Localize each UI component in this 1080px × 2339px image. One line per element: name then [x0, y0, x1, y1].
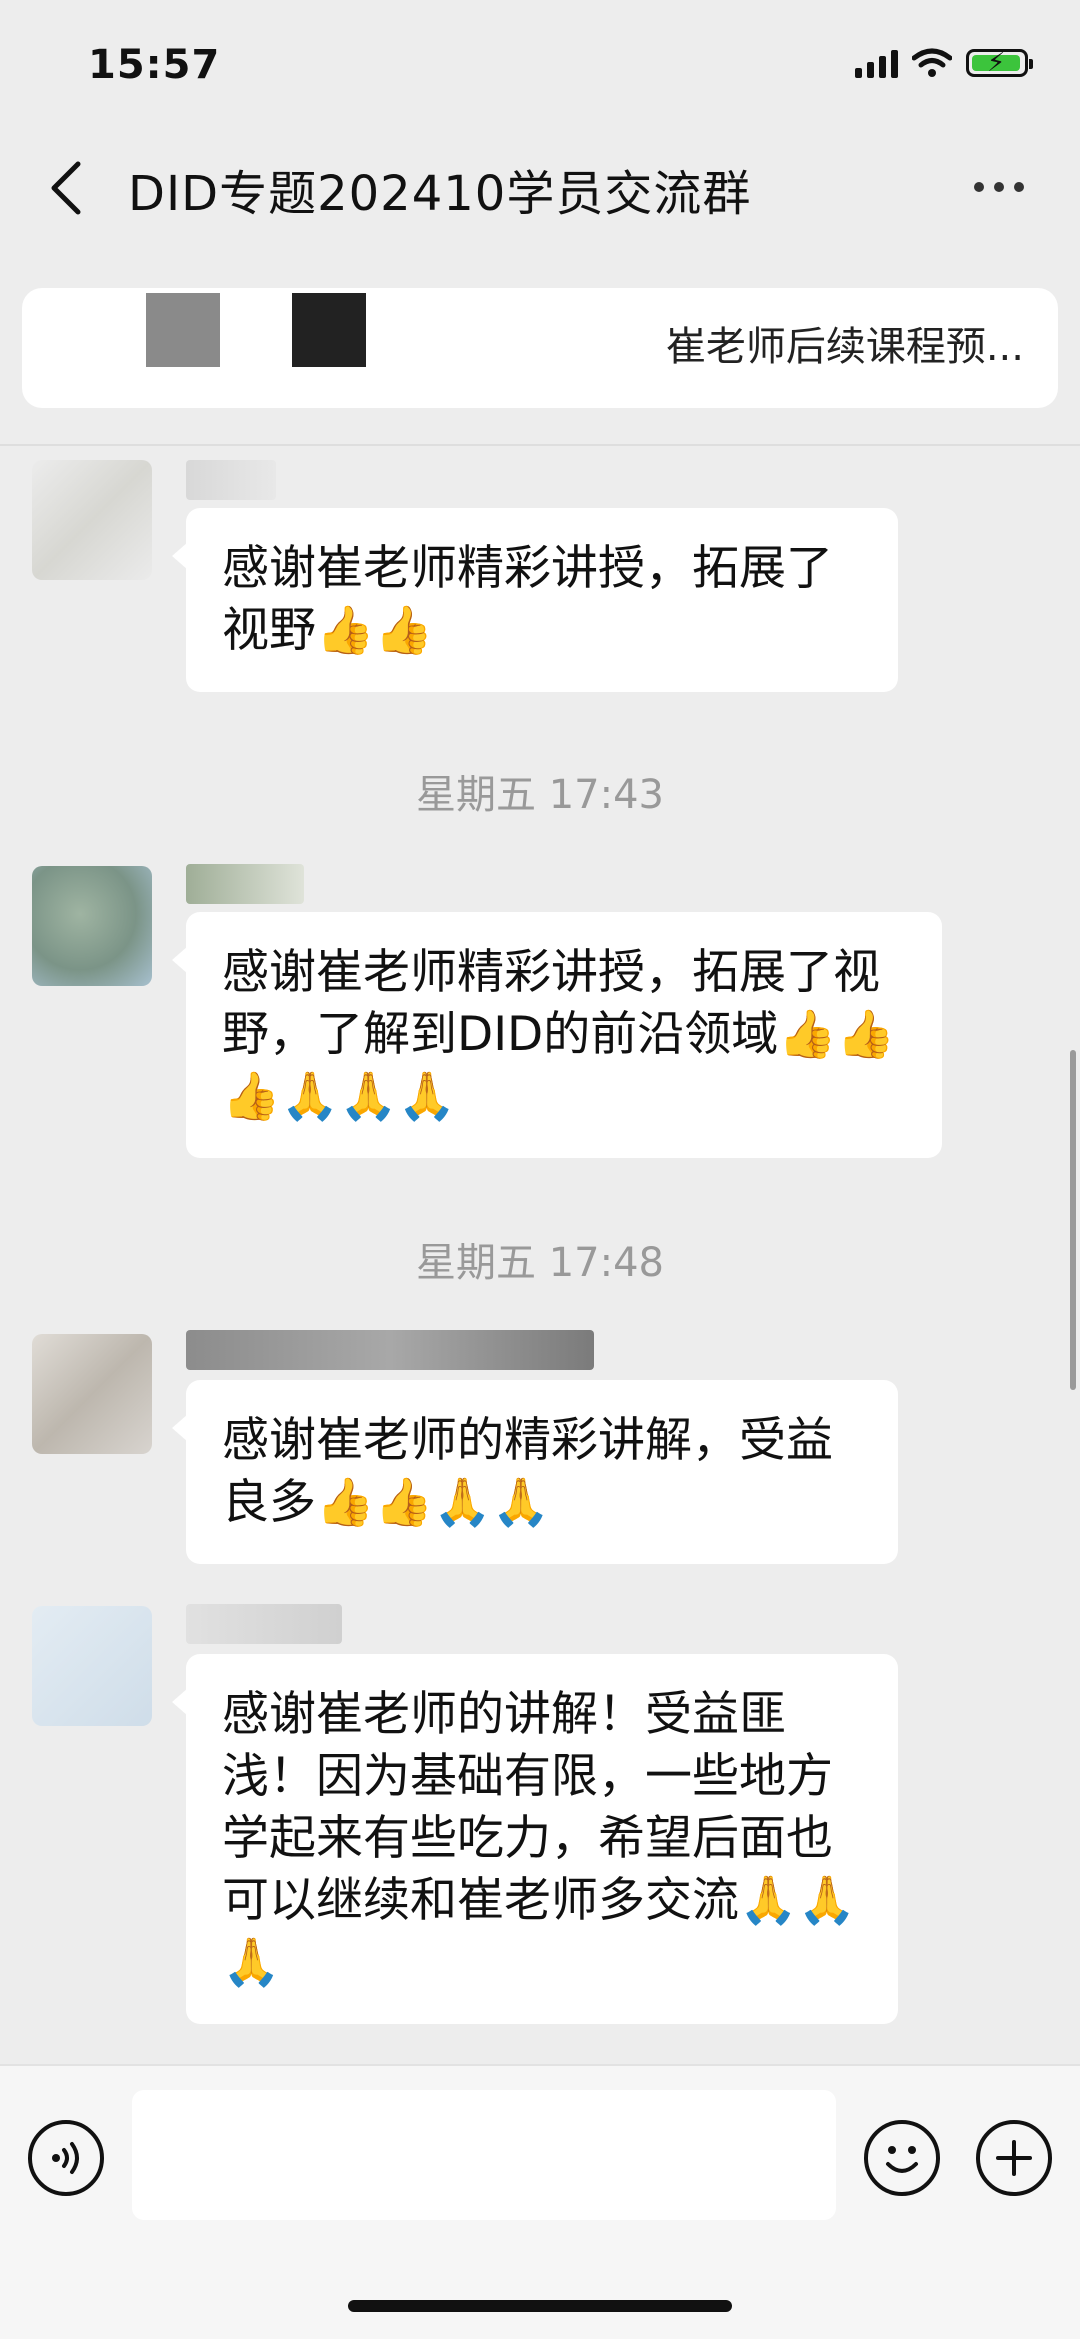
avatar[interactable] [32, 1334, 152, 1454]
message-input[interactable] [132, 2090, 836, 2220]
message-bubble[interactable]: 感谢崔老师精彩讲授，拓展了视野，了解到DID的前沿领域👍👍👍🙏🙏🙏 [172, 912, 942, 1158]
battery-icon: ⚡ [966, 48, 1033, 78]
scrollbar[interactable] [1070, 1050, 1076, 1390]
timestamp: 星期五 17:43 [416, 772, 664, 818]
status-bar: 15:57 ⚡ [0, 0, 1080, 130]
message-input-bar [0, 2064, 1080, 2339]
sender-name-blurred [186, 1330, 594, 1370]
avatar[interactable] [32, 460, 152, 580]
sender-name-blurred [186, 460, 276, 500]
pinned-message-banner[interactable]: 崔老师后续课程预... [22, 288, 1058, 408]
sender-name-blurred [186, 864, 304, 904]
status-icons: ⚡ [855, 48, 1033, 78]
avatar[interactable] [32, 1606, 152, 1726]
timestamp: 星期五 17:48 [416, 1240, 664, 1286]
message-bubble[interactable]: 感谢崔老师的讲解！受益匪浅！因为基础有限，一些地方学起来有些吃力，希望后面也可以… [172, 1654, 898, 2024]
divider [0, 444, 1080, 446]
nav-bar: DID专题202410学员交流群 [0, 130, 1080, 250]
redacted-block [292, 293, 366, 367]
sender-name-blurred [186, 1604, 342, 1644]
chat-title: DID专题202410学员交流群 [128, 166, 752, 222]
message-bubble[interactable]: 感谢崔老师精彩讲授，拓展了视野👍👍 [172, 508, 898, 692]
plus-icon[interactable] [976, 2120, 1052, 2196]
wifi-icon [912, 48, 952, 77]
status-time: 15:57 [88, 42, 221, 88]
emoji-icon[interactable] [864, 2120, 940, 2196]
voice-icon[interactable] [28, 2120, 104, 2196]
home-indicator [348, 2300, 732, 2312]
redacted-block [146, 293, 220, 367]
back-chevron-icon[interactable] [40, 156, 94, 220]
more-dots-icon[interactable] [974, 182, 1024, 192]
cellular-signal-icon [855, 48, 898, 78]
pinned-message-text: 崔老师后续课程预... [665, 324, 1024, 370]
message-bubble[interactable]: 感谢崔老师的精彩讲解，受益良多👍👍🙏🙏 [172, 1380, 898, 1564]
avatar[interactable] [32, 866, 152, 986]
